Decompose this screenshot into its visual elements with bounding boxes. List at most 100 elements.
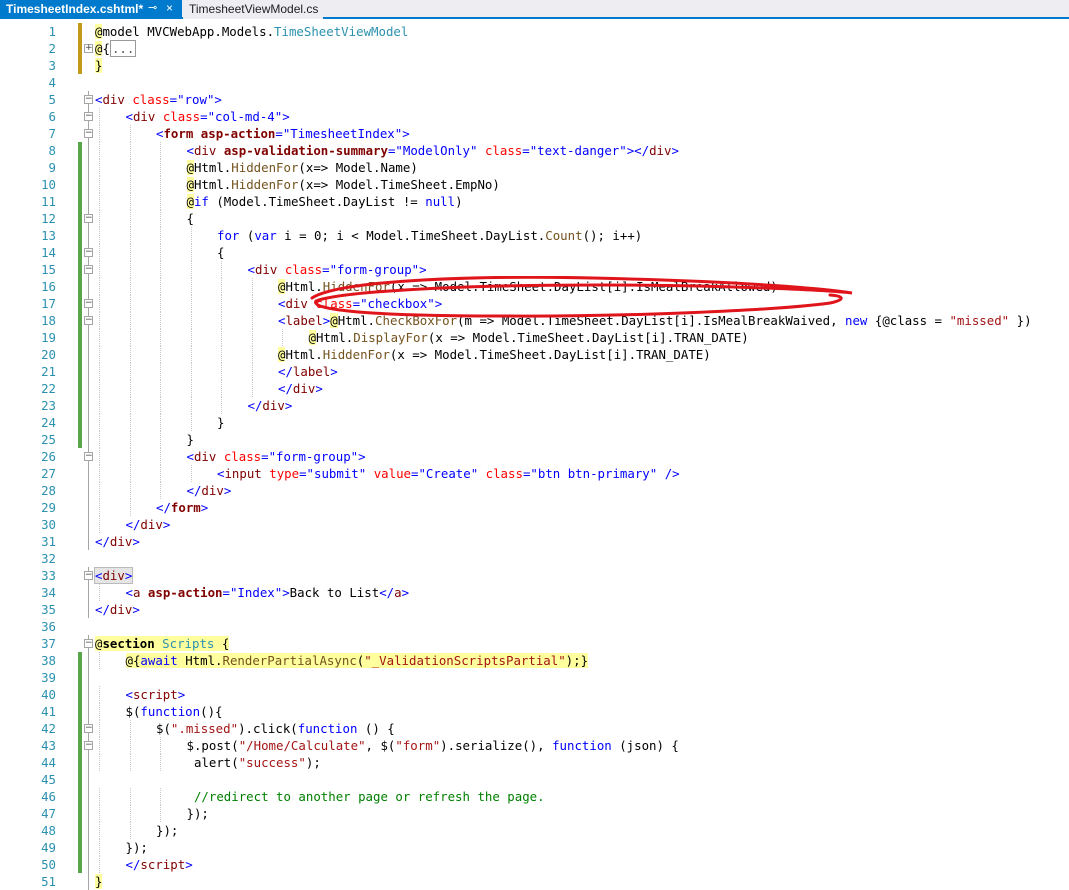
code-text[interactable]: for (var i = 0; i < Model.TimeSheet.DayL… <box>217 227 642 244</box>
code-text[interactable]: <div class="form-group"> <box>248 261 427 278</box>
code-line[interactable]: 9 @Html.HiddenFor(x=> Model.Name) <box>0 159 1069 176</box>
collapse-icon[interactable]: − <box>84 248 93 257</box>
code-text[interactable]: } <box>95 873 103 890</box>
code-line[interactable]: 15 − <div class="form-group"> <box>0 261 1069 278</box>
code-line[interactable]: 49}); <box>0 839 1069 856</box>
code-text[interactable]: $(".missed").click(function () { <box>156 720 395 737</box>
code-text[interactable]: } <box>95 57 103 74</box>
code-line[interactable]: 24} <box>0 414 1069 431</box>
collapse-icon[interactable]: − <box>84 112 93 121</box>
collapse-icon[interactable]: − <box>84 571 93 580</box>
code-line[interactable]: 41 $(function(){ <box>0 703 1069 720</box>
collapse-icon[interactable]: − <box>84 316 93 325</box>
code-text[interactable]: <div class="row"> <box>95 91 222 108</box>
code-text[interactable]: <input type="submit" value="Create" clas… <box>217 465 680 482</box>
code-line[interactable]: 10 @Html.HiddenFor(x=> Model.TimeSheet.Em… <box>0 176 1069 193</box>
code-text[interactable]: </div> <box>95 601 140 618</box>
code-line[interactable]: 50 </script> <box>0 856 1069 873</box>
code-text[interactable]: @if (Model.TimeSheet.DayList != null) <box>186 193 463 210</box>
code-text[interactable]: <form asp-action="TimesheetIndex"> <box>156 125 410 142</box>
code-line[interactable]: 5 − <div class="row"> <box>0 91 1069 108</box>
code-line[interactable]: 14 − { <box>0 244 1069 261</box>
code-text[interactable]: @{await Html.RenderPartialAsync("_Valida… <box>125 652 589 669</box>
code-text[interactable]: } <box>187 431 194 448</box>
code-line[interactable]: 23 </div> <box>0 397 1069 414</box>
code-line[interactable]: 1 @model MVCWebApp.Models.TimeSheetViewMo… <box>0 23 1069 40</box>
code-line[interactable]: 22 </div> <box>0 380 1069 397</box>
code-line[interactable]: 47}); <box>0 805 1069 822</box>
code-line[interactable]: 6 − <div class="col-md-4"> <box>0 108 1069 125</box>
tab-timesheetindex-cshtml[interactable]: TimesheetIndex.cshtml* ⊸ × <box>0 0 182 19</box>
code-line[interactable]: 31 </div> <box>0 533 1069 550</box>
code-line[interactable]: 8 <div asp-validation-summary="ModelOnly"… <box>0 142 1069 159</box>
code-line[interactable]: 4 <box>0 74 1069 91</box>
code-line[interactable]: 46 //redirect to another page or refresh… <box>0 788 1069 805</box>
code-line[interactable]: 2 + @{... <box>0 40 1069 57</box>
code-text[interactable]: @section Scripts { <box>95 635 230 652</box>
collapse-icon[interactable]: − <box>84 95 93 104</box>
code-line[interactable]: 20 @Html.HiddenFor(x => Model.TimeSheet.D… <box>0 346 1069 363</box>
code-text[interactable]: @Html.HiddenFor(x => Model.TimeSheet.Day… <box>278 278 778 295</box>
code-text[interactable]: </form> <box>156 499 208 516</box>
code-line[interactable]: 18 − <label>@Html.CheckBoxFor(m => Model.T… <box>0 312 1069 329</box>
code-text[interactable]: <div> <box>93 567 134 584</box>
code-line[interactable]: 32 <box>0 550 1069 567</box>
code-text[interactable]: alert("success"); <box>187 754 321 771</box>
expand-icon[interactable]: + <box>84 44 93 53</box>
close-icon[interactable]: × <box>166 1 173 15</box>
tab-timesheetviewmodel-cs[interactable]: TimesheetViewModel.cs <box>183 0 323 19</box>
code-text[interactable]: { <box>187 210 194 227</box>
code-line[interactable]: 29 </form> <box>0 499 1069 516</box>
code-text[interactable]: </div> <box>95 533 140 550</box>
code-text[interactable]: <a asp-action="Index">Back to List</a> <box>126 584 410 601</box>
code-text[interactable]: }); <box>126 839 148 856</box>
code-text[interactable]: </label> <box>278 363 338 380</box>
code-line[interactable]: 45 <box>0 771 1069 788</box>
code-text[interactable]: </div> <box>248 397 293 414</box>
code-line[interactable]: 30 </div> <box>0 516 1069 533</box>
code-line[interactable]: 28 </div> <box>0 482 1069 499</box>
code-line[interactable]: 13 for (var i = 0; i < Model.TimeSheet.Da… <box>0 227 1069 244</box>
code-text[interactable]: </script> <box>126 856 193 873</box>
code-text[interactable]: @Html.HiddenFor(x=> Model.Name) <box>186 159 418 176</box>
code-line[interactable]: 26 − <div class="form-group"> <box>0 448 1069 465</box>
code-line[interactable]: 34 <a asp-action="Index">Back to List</a> <box>0 584 1069 601</box>
code-text[interactable]: </div> <box>187 482 232 499</box>
collapse-icon[interactable]: − <box>84 299 93 308</box>
code-line[interactable]: 21 </label> <box>0 363 1069 380</box>
code-line[interactable]: 19 @Html.DisplayFor(x => Model.TimeSheet.… <box>0 329 1069 346</box>
code-text[interactable]: @Html.HiddenFor(x=> Model.TimeSheet.EmpN… <box>186 176 500 193</box>
code-line[interactable]: 11 @if (Model.TimeSheet.DayList != null) <box>0 193 1069 210</box>
code-editor[interactable]: 1 @model MVCWebApp.Models.TimeSheetViewMo… <box>0 21 1069 890</box>
code-text[interactable]: <div class="form-group"> <box>187 448 366 465</box>
code-line[interactable]: 37 − @section Scripts { <box>0 635 1069 652</box>
code-line[interactable]: 16 @Html.HiddenFor(x => Model.TimeSheet.D… <box>0 278 1069 295</box>
code-text[interactable]: @Html.HiddenFor(x => Model.TimeSheet.Day… <box>278 346 711 363</box>
code-line[interactable]: 48}); <box>0 822 1069 839</box>
code-line[interactable]: 27 <input type="submit" value="Create" cl… <box>0 465 1069 482</box>
code-text[interactable]: <script> <box>126 686 186 703</box>
collapse-icon[interactable]: − <box>84 214 93 223</box>
code-line[interactable]: 7 − <form asp-action="TimesheetIndex"> <box>0 125 1069 142</box>
code-line[interactable]: 42 − $(".missed").click(function () { <box>0 720 1069 737</box>
collapse-icon[interactable]: − <box>84 265 93 274</box>
code-text[interactable]: $.post("/Home/Calculate", $("form").seri… <box>187 737 679 754</box>
pin-icon[interactable]: ⊸ <box>148 1 157 14</box>
code-text[interactable]: <label>@Html.CheckBoxFor(m => Model.Time… <box>278 312 1032 329</box>
code-text[interactable]: @model MVCWebApp.Models.TimeSheetViewMod… <box>95 23 408 40</box>
code-text[interactable]: <div class="col-md-4"> <box>126 108 290 125</box>
code-line[interactable]: 40 <script> <box>0 686 1069 703</box>
code-line[interactable]: 36 <box>0 618 1069 635</box>
code-text[interactable]: </div> <box>278 380 323 397</box>
code-line[interactable]: 25} <box>0 431 1069 448</box>
code-text[interactable]: </div> <box>126 516 171 533</box>
code-text[interactable]: <div asp-validation-summary="ModelOnly" … <box>187 142 679 159</box>
code-text[interactable]: //redirect to another page or refresh th… <box>187 788 545 805</box>
code-text[interactable]: } <box>217 414 224 431</box>
collapse-icon[interactable]: − <box>84 129 93 138</box>
collapse-icon[interactable]: − <box>84 639 93 648</box>
code-line[interactable]: 51} <box>0 873 1069 890</box>
code-line[interactable]: 3} <box>0 57 1069 74</box>
code-text[interactable]: <div class="checkbox"> <box>278 295 442 312</box>
code-text[interactable]: @{... <box>95 40 137 57</box>
